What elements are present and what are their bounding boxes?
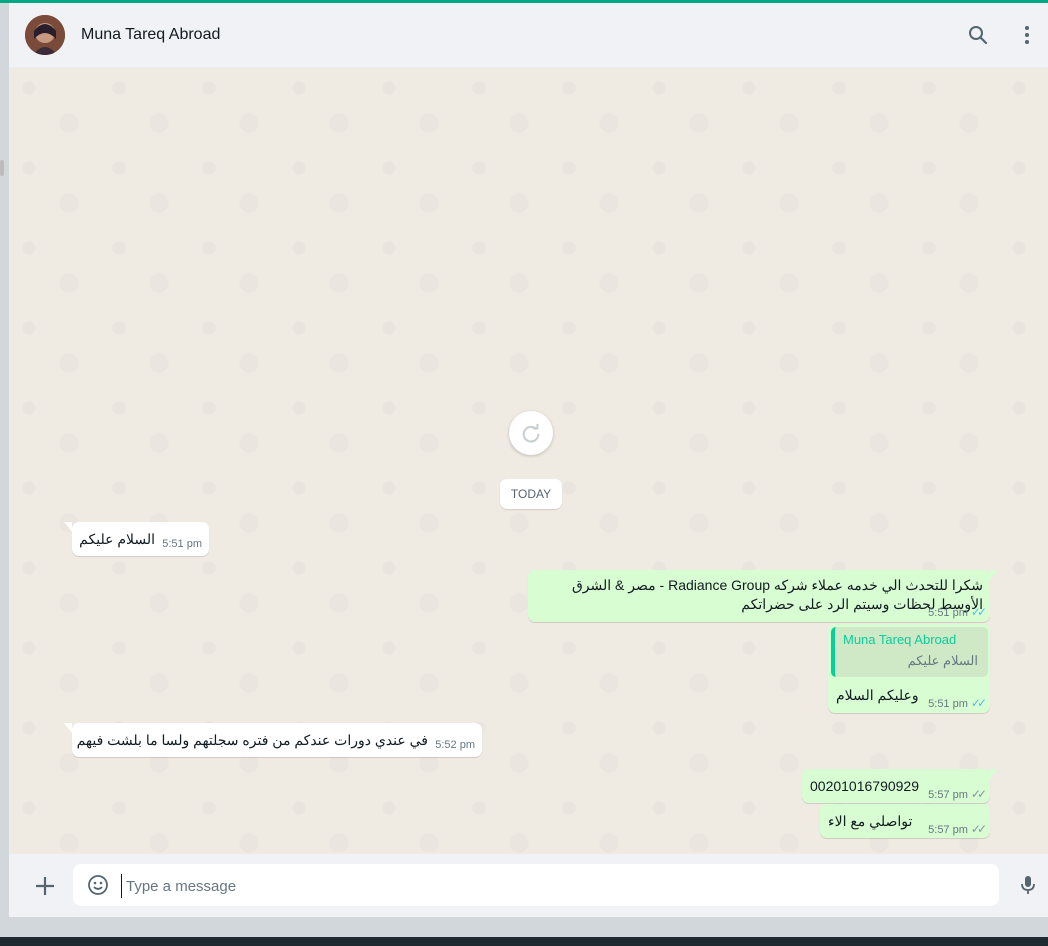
date-separator: TODAY bbox=[500, 479, 562, 509]
message-time: 5:51 pm bbox=[162, 538, 202, 550]
microphone-icon[interactable] bbox=[1016, 873, 1040, 897]
message-text: 00201016790929 bbox=[810, 778, 920, 794]
message-time: 5:57 pm bbox=[928, 789, 968, 801]
message-bubble-incoming[interactable]: في عندي دورات عندكم من فتره سجلتهم ولسا … bbox=[64, 723, 482, 757]
message-bubble-incoming[interactable]: السلام عليكم 5:51 pm bbox=[64, 522, 209, 556]
message-list[interactable]: TODAY السلام عليكم 5:51 pm شكرا للتحدث ا… bbox=[9, 68, 1048, 854]
message-bubble-outgoing[interactable]: تواصلي مع الاء 5:57 pm ✓✓ bbox=[820, 804, 990, 838]
refresh-icon bbox=[522, 423, 540, 443]
load-more-button[interactable] bbox=[509, 411, 553, 455]
message-time: 5:51 pm bbox=[928, 698, 968, 710]
contact-name[interactable]: Muna Tareq Abroad bbox=[81, 26, 220, 44]
double-check-icon: ✓✓ bbox=[970, 605, 987, 619]
message-time: 5:52 pm bbox=[435, 739, 475, 751]
double-check-icon: ✓✓ bbox=[970, 822, 987, 836]
double-check-icon: ✓✓ bbox=[970, 696, 987, 710]
message-text: السلام عليكم bbox=[79, 531, 155, 547]
message-input-container bbox=[73, 864, 999, 906]
message-text: تواصلي مع الاء bbox=[828, 813, 913, 829]
search-icon[interactable] bbox=[966, 23, 990, 47]
message-bubble-outgoing[interactable]: شكرا للتحدث الي خدمه عملاء شركه Radiance… bbox=[528, 570, 998, 622]
chat-window: Muna Tareq Abroad TODAY السلام عليكم 5:5… bbox=[8, 3, 1048, 917]
quoted-message[interactable]: Muna Tareq Abroad السلام عليكم bbox=[831, 627, 988, 677]
quoted-author: Muna Tareq Abroad bbox=[843, 632, 957, 647]
message-bubble-outgoing[interactable]: 00201016790929 5:57 pm ✓✓ bbox=[802, 769, 998, 803]
message-bubble-outgoing-reply[interactable]: Muna Tareq Abroad السلام عليكم وعليكم ال… bbox=[828, 624, 990, 713]
message-text: وعليكم السلام bbox=[836, 687, 919, 703]
chat-header: Muna Tareq Abroad bbox=[9, 3, 1048, 68]
more-vertical-icon[interactable] bbox=[1015, 23, 1039, 47]
os-taskbar bbox=[0, 937, 1048, 946]
message-time: 5:57 pm bbox=[928, 824, 968, 836]
composer-bar bbox=[9, 854, 1048, 917]
avatar[interactable] bbox=[25, 15, 65, 55]
emoji-icon[interactable] bbox=[86, 873, 110, 897]
plus-icon[interactable] bbox=[33, 874, 57, 898]
message-time: 5:51 pm bbox=[928, 607, 968, 619]
window-scroll-marker bbox=[0, 160, 4, 176]
message-text: شكرا للتحدث الي خدمه عملاء شركه Radiance… bbox=[571, 577, 983, 612]
message-text: في عندي دورات عندكم من فتره سجلتهم ولسا … bbox=[76, 732, 428, 748]
quoted-text: السلام عليكم bbox=[907, 653, 978, 668]
message-input[interactable] bbox=[121, 874, 988, 898]
double-check-icon: ✓✓ bbox=[970, 787, 987, 801]
